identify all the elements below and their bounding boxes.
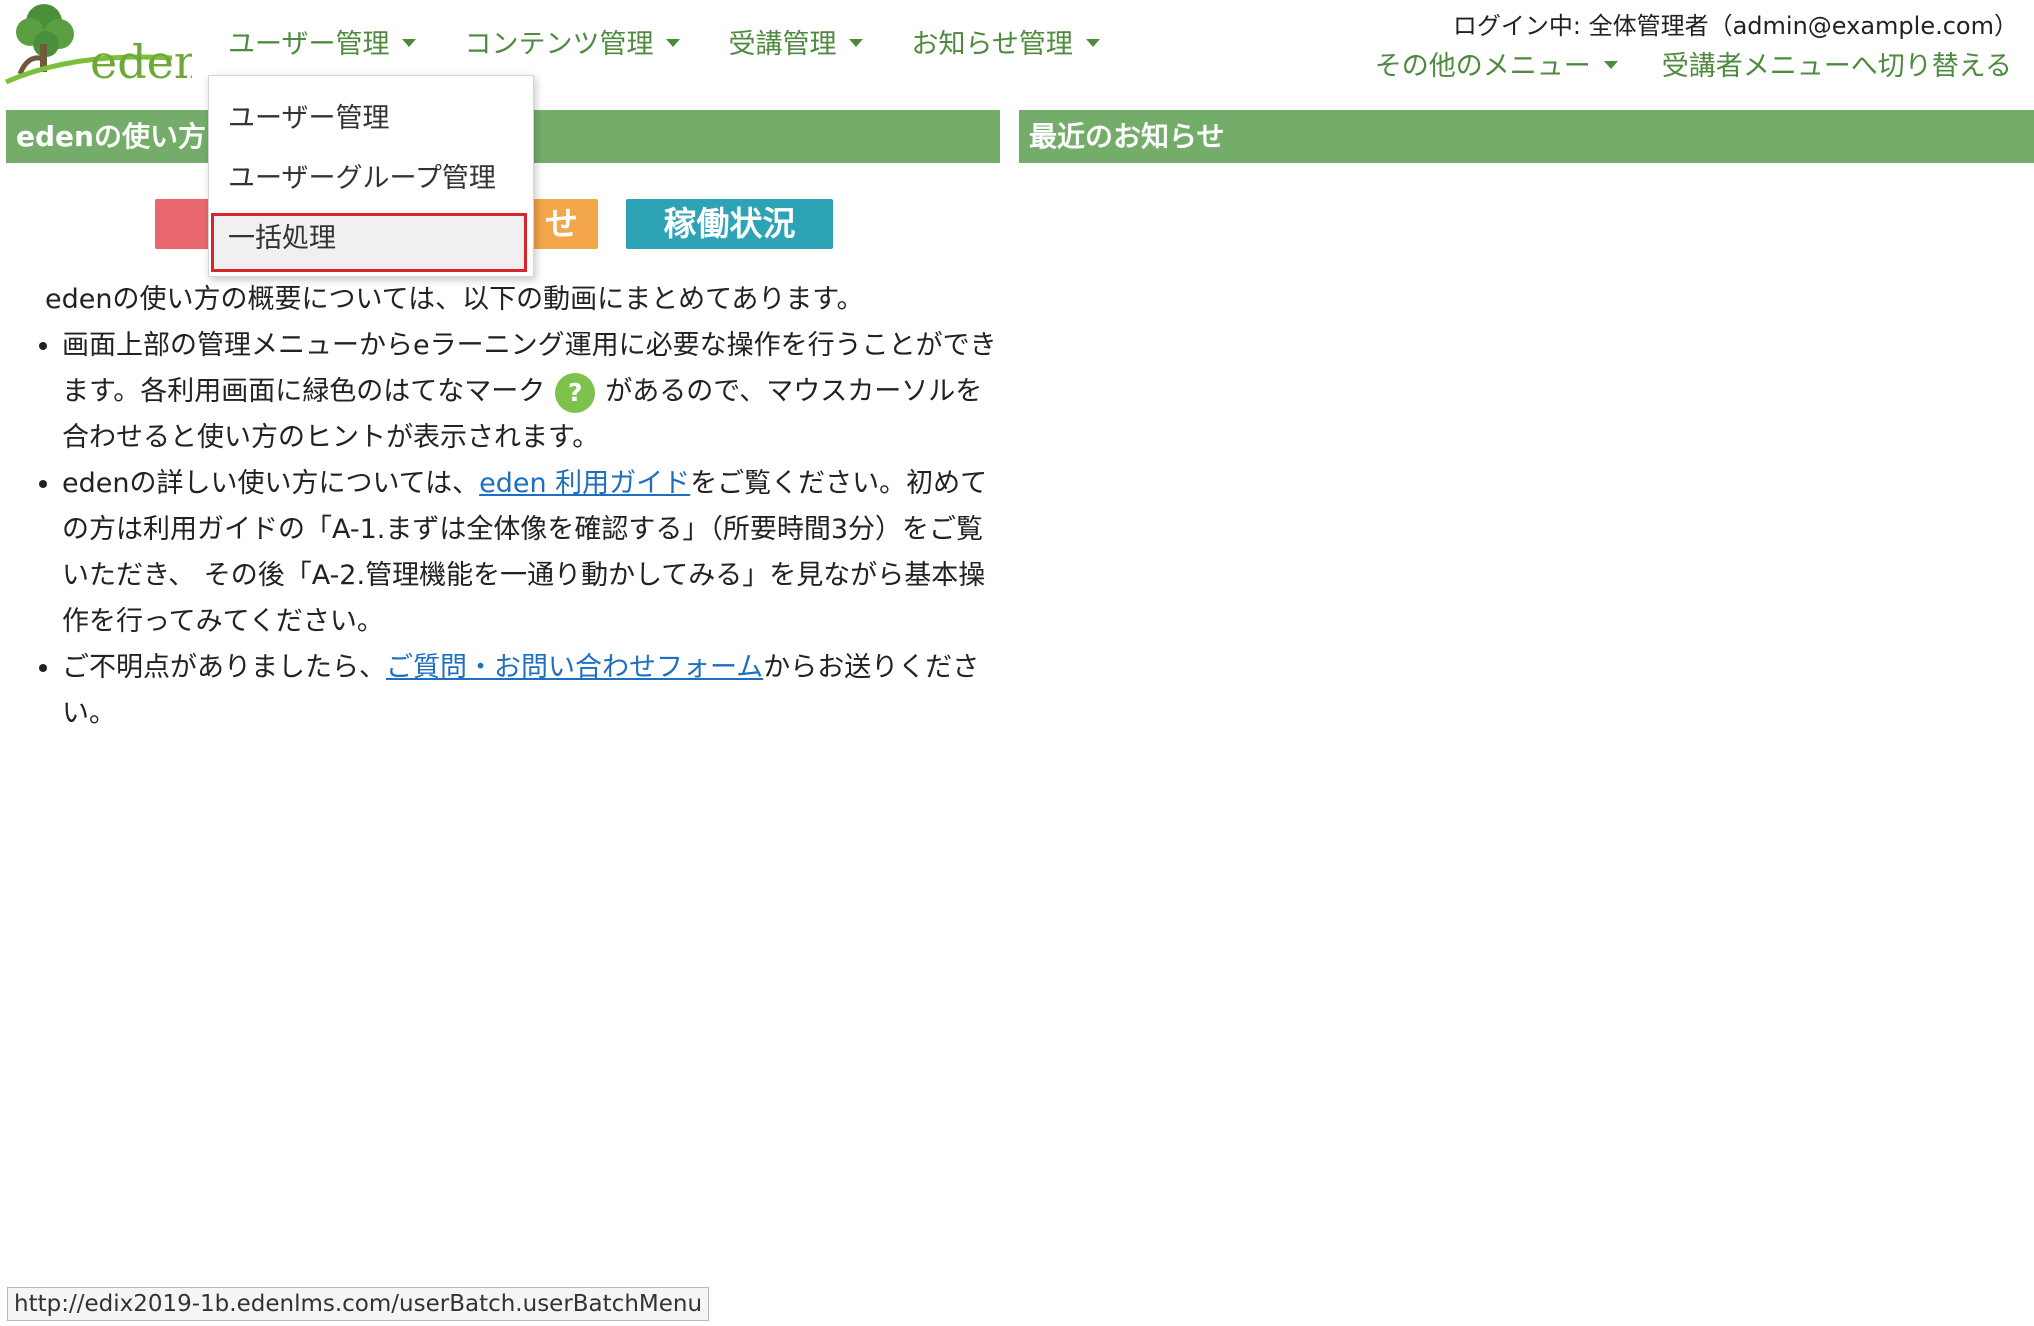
dropdown-item-user-group-management[interactable]: ユーザーグループ管理 bbox=[228, 156, 496, 195]
nav-user-management[interactable]: ユーザー管理 bbox=[228, 22, 417, 61]
nav-user-management-label: ユーザー管理 bbox=[228, 29, 390, 60]
list-item: edenの詳しい使い方については、eden 利用ガイドをご覧ください。初めての方… bbox=[62, 461, 1005, 645]
main-nav: ユーザー管理 コンテンツ管理 受講管理 お知らせ管理 bbox=[228, 22, 1148, 61]
logo-text: eden bbox=[90, 35, 192, 89]
other-menu-label: その他のメニュー bbox=[1374, 51, 1591, 82]
caret-down-icon bbox=[1603, 61, 1618, 69]
bullet-3-text-start: ご不明点がありましたら、 bbox=[62, 652, 386, 683]
system-status-button[interactable]: 稼働状況 bbox=[626, 199, 833, 249]
list-item: 画面上部の管理メニューからeラーニング運用に必要な操作を行うことができます。各利… bbox=[62, 323, 1005, 461]
eden-guide-link[interactable]: eden 利用ガイド bbox=[479, 468, 690, 499]
nav-notice-management-label: お知らせ管理 bbox=[911, 29, 1073, 60]
caret-down-icon bbox=[402, 39, 417, 47]
list-item: ご不明点がありましたら、ご質問・お問い合わせフォームからお送りください。 bbox=[62, 645, 1005, 737]
recent-notices-header: 最近のお知らせ bbox=[1019, 110, 2034, 163]
nav-enrollment-management-label: 受講管理 bbox=[728, 29, 837, 60]
usage-list: 画面上部の管理メニューからeラーニング運用に必要な操作を行うことができます。各利… bbox=[45, 323, 1005, 737]
right-menu: その他のメニュー 受講者メニューへ切り替える bbox=[1331, 44, 2012, 83]
system-status-label: 稼働状況 bbox=[663, 204, 796, 243]
inquiry-form-link[interactable]: ご質問・お問い合わせフォーム bbox=[386, 652, 763, 683]
other-menu-dropdown[interactable]: その他のメニュー bbox=[1375, 44, 1618, 83]
caret-down-icon bbox=[666, 39, 681, 47]
help-question-icon: ? bbox=[555, 372, 596, 413]
intro-text: edenの使い方の概要については、以下の動画にまとめてあります。 bbox=[45, 284, 864, 315]
bullet-2-text-start: edenの詳しい使い方については、 bbox=[62, 468, 480, 499]
nav-enrollment-management[interactable]: 受講管理 bbox=[728, 22, 864, 61]
nav-notice-management[interactable]: お知らせ管理 bbox=[911, 22, 1100, 61]
inquiry-shortcut-label: せ bbox=[545, 204, 578, 243]
caret-down-icon bbox=[849, 39, 864, 47]
status-bar-url: http://edix2019-1b.edenlms.com/userBatch… bbox=[7, 1287, 710, 1321]
caret-down-icon bbox=[1085, 39, 1100, 47]
login-info: ログイン中: 全体管理者（admin@example.com） bbox=[1452, 12, 2018, 40]
switch-to-learner-link[interactable]: 受講者メニューへ切り替える bbox=[1662, 44, 2012, 83]
nav-content-management-label: コンテンツ管理 bbox=[464, 29, 654, 60]
dropdown-item-batch-processing[interactable]: 一括処理 bbox=[228, 216, 336, 255]
usage-content: edenの使い方の概要については、以下の動画にまとめてあります。 画面上部の管理… bbox=[45, 277, 1005, 737]
eden-logo[interactable]: eden bbox=[4, 0, 192, 92]
dropdown-item-user-management[interactable]: ユーザー管理 bbox=[228, 96, 389, 135]
user-management-dropdown: ユーザー管理 ユーザーグループ管理 一括処理 bbox=[208, 75, 534, 277]
nav-content-management[interactable]: コンテンツ管理 bbox=[464, 22, 681, 61]
